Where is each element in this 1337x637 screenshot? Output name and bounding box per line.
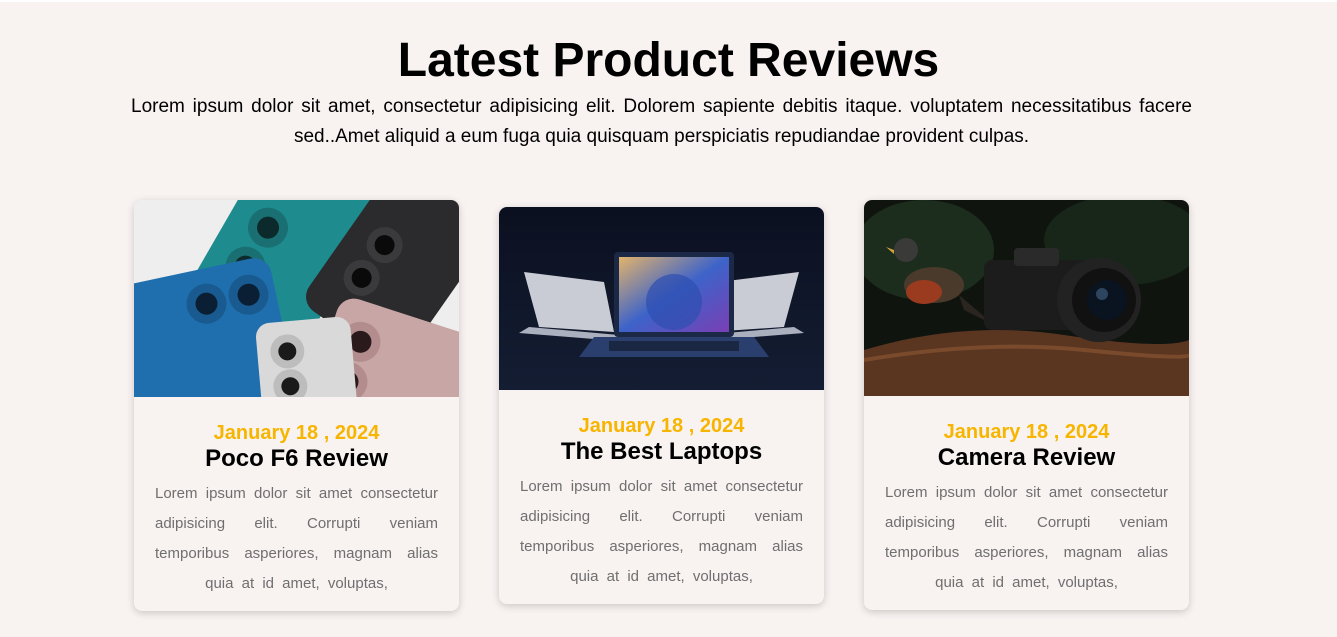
card-title[interactable]: The Best Laptops bbox=[499, 438, 824, 466]
card-title[interactable]: Camera Review bbox=[864, 444, 1189, 472]
review-card-camera[interactable]: January 18 , 2024 Camera Review Lorem ip… bbox=[864, 200, 1189, 610]
card-date: January 18 , 2024 bbox=[943, 421, 1110, 443]
card-description: Lorem ipsum dolor sit amet consectetur a… bbox=[520, 478, 803, 585]
review-card-laptops[interactable]: January 18 , 2024 The Best Laptops Lorem… bbox=[499, 207, 824, 604]
review-card-poco[interactable]: January 18 , 2024 Poco F6 Review Lorem i… bbox=[134, 200, 459, 611]
top-border bbox=[0, 0, 1337, 2]
card-title[interactable]: Poco F6 Review bbox=[134, 445, 459, 473]
page-title: Latest Product Reviews bbox=[397, 34, 940, 87]
laptops-image bbox=[499, 207, 824, 390]
card-date: January 18 , 2024 bbox=[578, 415, 745, 437]
page-subtitle: Lorem ipsum dolor sit amet, consectetur … bbox=[131, 96, 1192, 147]
card-description: Lorem ipsum dolor sit amet consectetur a… bbox=[155, 485, 438, 592]
card-description: Lorem ipsum dolor sit amet consectetur a… bbox=[885, 484, 1168, 591]
camera-bird-image bbox=[864, 200, 1189, 396]
card-date: January 18 , 2024 bbox=[213, 422, 380, 444]
smartphones-image bbox=[134, 200, 459, 397]
